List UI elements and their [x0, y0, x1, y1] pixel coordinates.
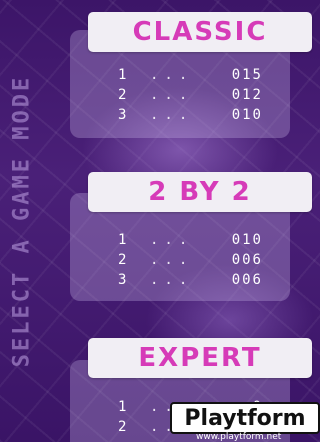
rank: 3	[118, 272, 129, 288]
score-row: 2 ... 006	[118, 252, 263, 268]
two-by-two-mode-button[interactable]: 2 BY 2	[88, 172, 312, 212]
dots: ...	[150, 272, 194, 288]
score: 010	[231, 107, 263, 123]
score: 006	[231, 272, 263, 288]
score: 012	[231, 87, 263, 103]
dots: ...	[150, 232, 194, 248]
rank: 1	[118, 399, 129, 415]
playtform-url: www.playtform.net	[196, 432, 282, 442]
score-row: 1 ... 015	[118, 67, 263, 83]
rank: 2	[118, 252, 129, 268]
score: 006	[231, 252, 263, 268]
score-row: 1 ... 010	[118, 232, 263, 248]
rank: 2	[118, 87, 129, 103]
mode-title: 2 BY 2	[148, 177, 252, 207]
mode-title: EXPERT	[138, 343, 262, 373]
classic-mode-button[interactable]: CLASSIC	[88, 12, 312, 52]
dots: ...	[150, 252, 194, 268]
dots: ...	[150, 67, 194, 83]
playtform-logo: Playtform	[170, 402, 320, 434]
rank: 3	[118, 107, 129, 123]
select-game-mode-label: SELECT A GAME MODE	[9, 74, 35, 368]
rank: 1	[118, 232, 129, 248]
score: 015	[231, 67, 263, 83]
score-row: 3 ... 006	[118, 272, 263, 288]
playtform-watermark: Playtform www.playtform.net	[166, 402, 320, 442]
expert-mode-button[interactable]: EXPERT	[88, 338, 312, 378]
mode-title: CLASSIC	[132, 17, 268, 47]
dots: ...	[150, 87, 194, 103]
score: 010	[231, 232, 263, 248]
dots: ...	[150, 107, 194, 123]
score-row: 3 ... 010	[118, 107, 263, 123]
rank: 1	[118, 67, 129, 83]
rank: 2	[118, 419, 129, 435]
score-row: 2 ... 012	[118, 87, 263, 103]
